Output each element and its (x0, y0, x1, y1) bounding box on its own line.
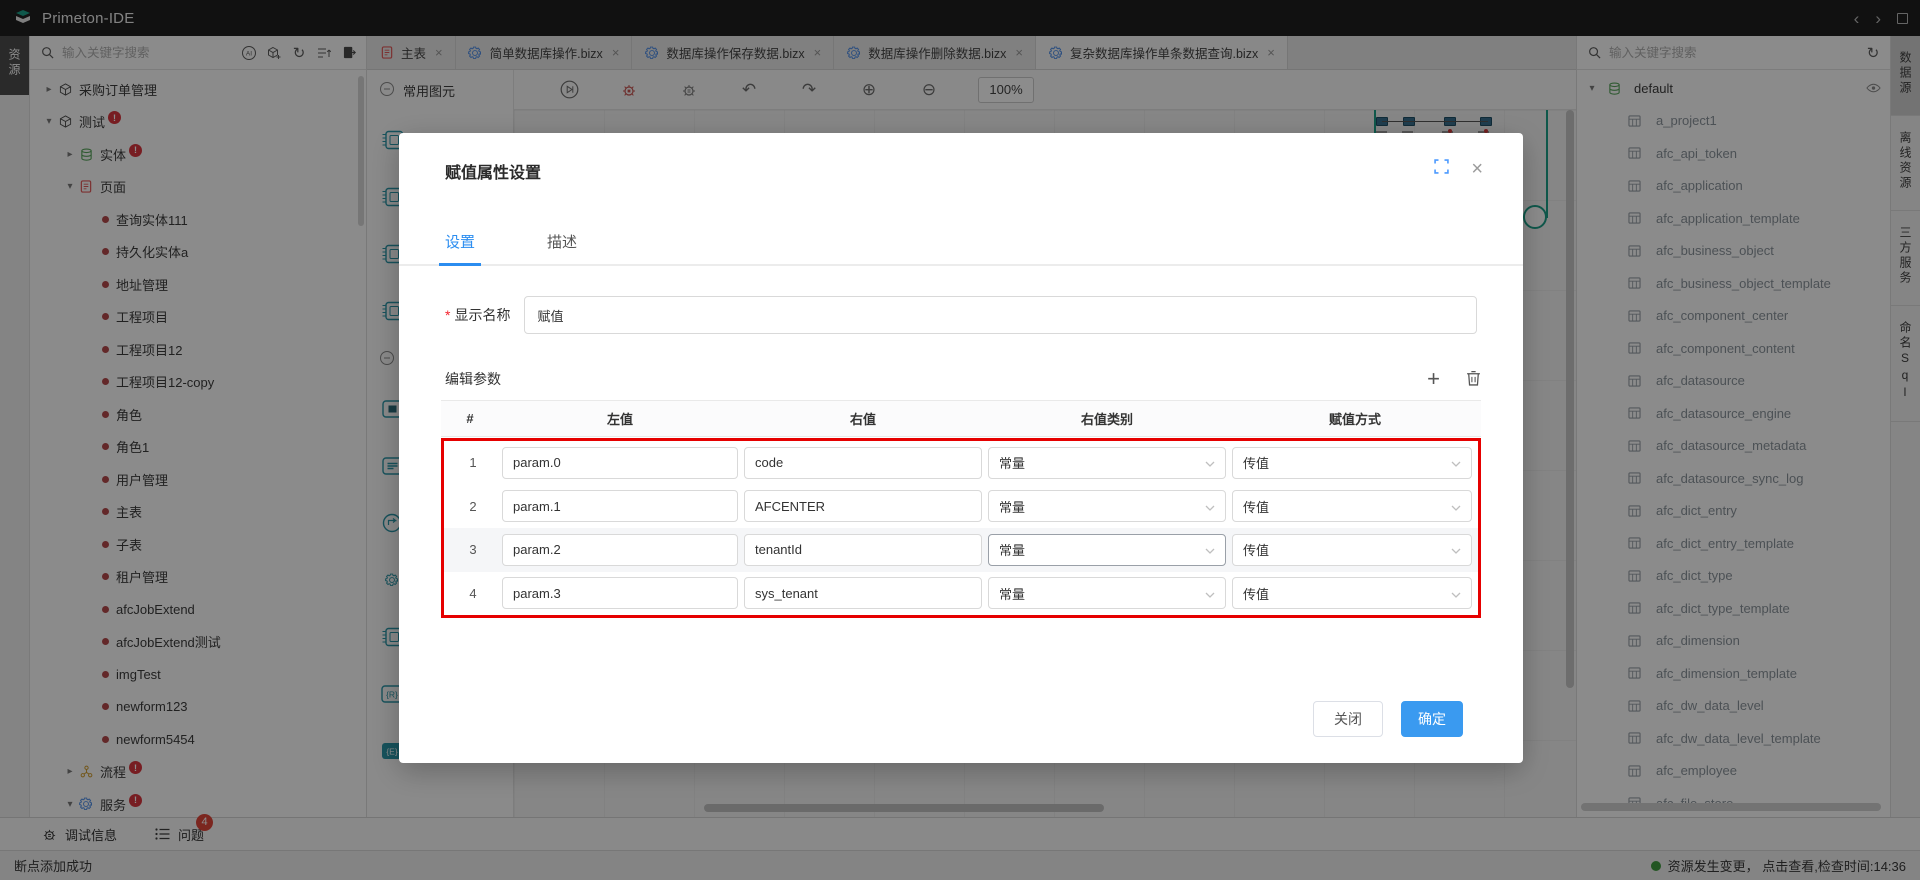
select-value: 常量 (999, 497, 1025, 516)
select-value: 常量 (999, 584, 1025, 603)
close-icon[interactable]: × (1471, 159, 1483, 179)
row-index: 1 (444, 455, 502, 470)
left-value-input[interactable] (502, 534, 738, 566)
dialog-title: 赋值属性设置 (445, 159, 541, 183)
right-value-input[interactable] (744, 577, 982, 609)
param-row: 2 常量 传值 (444, 485, 1478, 529)
params-table: #左值右值右值类别赋值方式 1常量传值2常量传值3常量传值4常量传值 (441, 400, 1481, 618)
caret-down-icon (1451, 542, 1461, 557)
caret-down-icon (1205, 455, 1215, 470)
assign-method-select[interactable]: 传值 (1232, 577, 1472, 609)
row-index: 2 (444, 499, 502, 514)
required-marker: * (445, 307, 450, 323)
right-value-category-select[interactable]: 常量 (988, 490, 1226, 522)
select-value: 传值 (1243, 540, 1269, 559)
row-index: 3 (444, 542, 502, 557)
display-name-label: 显示名称 (454, 305, 510, 325)
select-value: 传值 (1243, 497, 1269, 516)
column-header: 赋值方式 (1229, 409, 1481, 428)
caret-down-icon (1205, 586, 1215, 601)
left-value-input[interactable] (502, 490, 738, 522)
left-value-input[interactable] (502, 447, 738, 479)
caret-down-icon (1205, 542, 1215, 557)
column-header: # (441, 411, 499, 426)
edit-params-label: 编辑参数 (445, 369, 501, 389)
right-value-input[interactable] (744, 490, 982, 522)
add-param-icon[interactable]: + (1427, 368, 1440, 390)
caret-down-icon (1451, 499, 1461, 514)
right-value-category-select[interactable]: 常量 (988, 577, 1226, 609)
close-button[interactable]: 关闭 (1313, 701, 1383, 737)
fullscreen-icon[interactable] (1434, 159, 1449, 179)
assign-method-select[interactable]: 传值 (1232, 447, 1472, 479)
select-value: 常量 (999, 540, 1025, 559)
assign-method-select[interactable]: 传值 (1232, 490, 1472, 522)
select-value: 传值 (1243, 453, 1269, 472)
caret-down-icon (1451, 455, 1461, 470)
column-header: 右值类别 (985, 409, 1229, 428)
assignment-properties-dialog: 赋值属性设置 × 设置 描述 * 显示名称 编辑参数 + #左值右值右值类别赋值方… (399, 133, 1523, 763)
row-index: 4 (444, 586, 502, 601)
right-value-category-select[interactable]: 常量 (988, 447, 1226, 479)
caret-down-icon (1451, 586, 1461, 601)
dialog-tab-设置[interactable]: 设置 (445, 231, 475, 264)
column-header: 右值 (741, 409, 985, 428)
left-value-input[interactable] (502, 577, 738, 609)
right-value-input[interactable] (744, 447, 982, 479)
right-value-input[interactable] (744, 534, 982, 566)
display-name-input[interactable] (524, 296, 1477, 334)
confirm-button[interactable]: 确定 (1401, 701, 1463, 737)
dialog-tabbar: 设置 描述 (399, 231, 1523, 266)
param-row: 3 常量 传值 (444, 528, 1478, 572)
display-name-row: * 显示名称 (445, 296, 1477, 334)
params-table-header: #左值右值右值类别赋值方式 (441, 400, 1481, 437)
highlighted-rows-box: 1常量传值2常量传值3常量传值4常量传值 (441, 438, 1481, 618)
dialog-tab-描述[interactable]: 描述 (547, 231, 577, 264)
assign-method-select[interactable]: 传值 (1232, 534, 1472, 566)
column-header: 左值 (499, 409, 741, 428)
caret-down-icon (1205, 499, 1215, 514)
select-value: 传值 (1243, 584, 1269, 603)
param-row: 1 常量 传值 (444, 441, 1478, 485)
right-value-category-select[interactable]: 常量 (988, 534, 1226, 566)
param-row: 4 常量 传值 (444, 572, 1478, 616)
delete-param-icon[interactable] (1466, 370, 1481, 389)
select-value: 常量 (999, 453, 1025, 472)
